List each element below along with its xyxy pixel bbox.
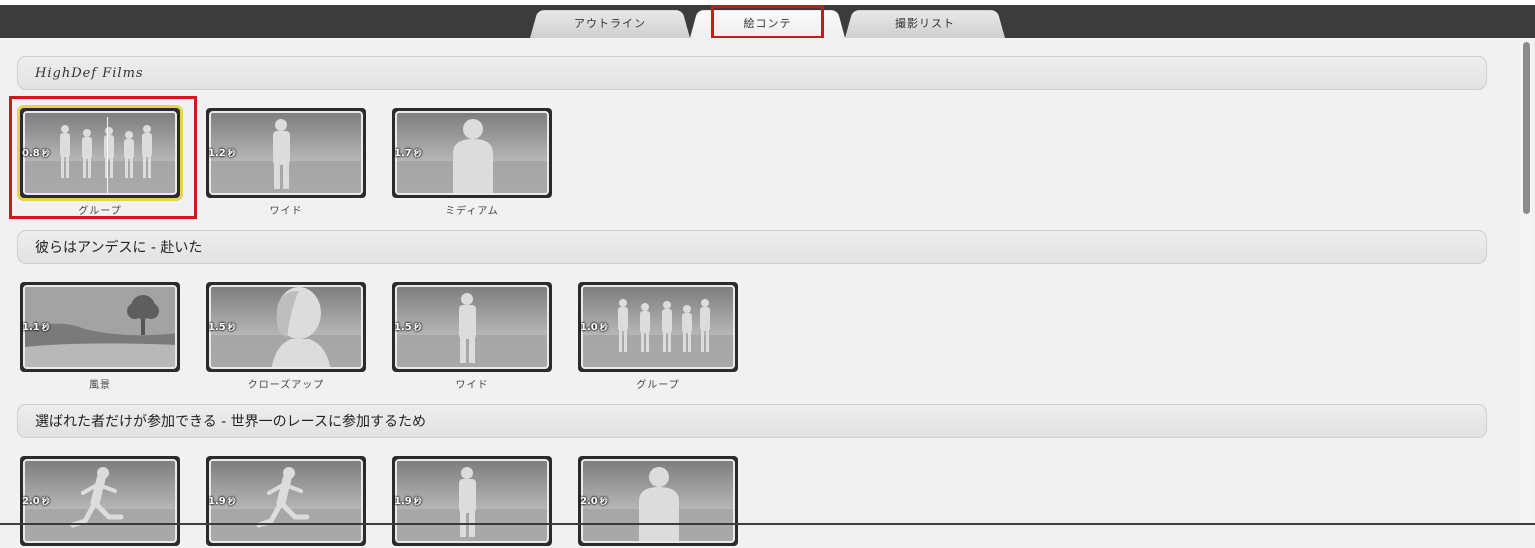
tab-outline[interactable]: アウトライン [530, 7, 690, 38]
duration-badge: 1.5 秒 [394, 322, 422, 333]
scrollbar-thumb[interactable] [1523, 42, 1530, 214]
playhead[interactable] [107, 117, 108, 193]
section-header[interactable]: HighDef Films [17, 56, 1487, 90]
clip-thumbnail[interactable]: 1.2 秒 [206, 108, 366, 200]
clip-thumbnail[interactable]: 2.0 秒 [20, 456, 180, 548]
duration-badge: 1.0 秒 [580, 322, 608, 333]
section-header[interactable]: 彼らはアンデスに - 赴いた [17, 230, 1487, 264]
clip-thumbnail[interactable]: 1.9 秒 [392, 456, 552, 548]
duration-badge: 2.0 秒 [22, 496, 50, 507]
clip-thumbnail[interactable]: 1.9 秒 [206, 456, 366, 548]
section-header[interactable]: 選ばれた者だけが参加できる - 世界一のレースに参加するため [17, 404, 1487, 438]
clip-thumbnail[interactable]: 1.0 秒 [578, 282, 738, 374]
duration-badge: 0.8 秒 [22, 148, 50, 159]
duration-badge: 1.9 秒 [394, 496, 422, 507]
clip-label: グループ [78, 206, 122, 217]
duration-badge: 1.7 秒 [394, 148, 422, 159]
clip-label: 風景 [89, 380, 111, 391]
clip-label: グループ [636, 380, 680, 391]
tab-shot-list[interactable]: 撮影リスト [845, 7, 1005, 38]
duration-badge: 2.0 秒 [580, 496, 608, 507]
tab-storyboard[interactable]: 絵コンテ [690, 7, 845, 38]
duration-badge: 1.5 秒 [208, 322, 236, 333]
clip-thumbnail[interactable]: 0.8 秒 [20, 108, 180, 200]
clip-thumbnail[interactable]: 1.7 秒 [392, 108, 552, 200]
clip-label: ワイド [269, 206, 303, 217]
clip-thumbnail[interactable]: 1.5 秒 [392, 282, 552, 374]
clip-thumbnail[interactable]: 1.5 秒 [206, 282, 366, 374]
clip-label: クローズアップ [247, 380, 325, 391]
clip-thumbnail[interactable]: 1.1 秒 [20, 282, 180, 374]
clip-thumbnail[interactable]: 2.0 秒 [578, 456, 738, 548]
clip-label: ミディアム [445, 206, 499, 217]
duration-badge: 1.9 秒 [208, 496, 236, 507]
duration-badge: 1.2 秒 [208, 148, 236, 159]
clip-label: ワイド [455, 380, 489, 391]
duration-badge: 1.1 秒 [22, 322, 50, 333]
